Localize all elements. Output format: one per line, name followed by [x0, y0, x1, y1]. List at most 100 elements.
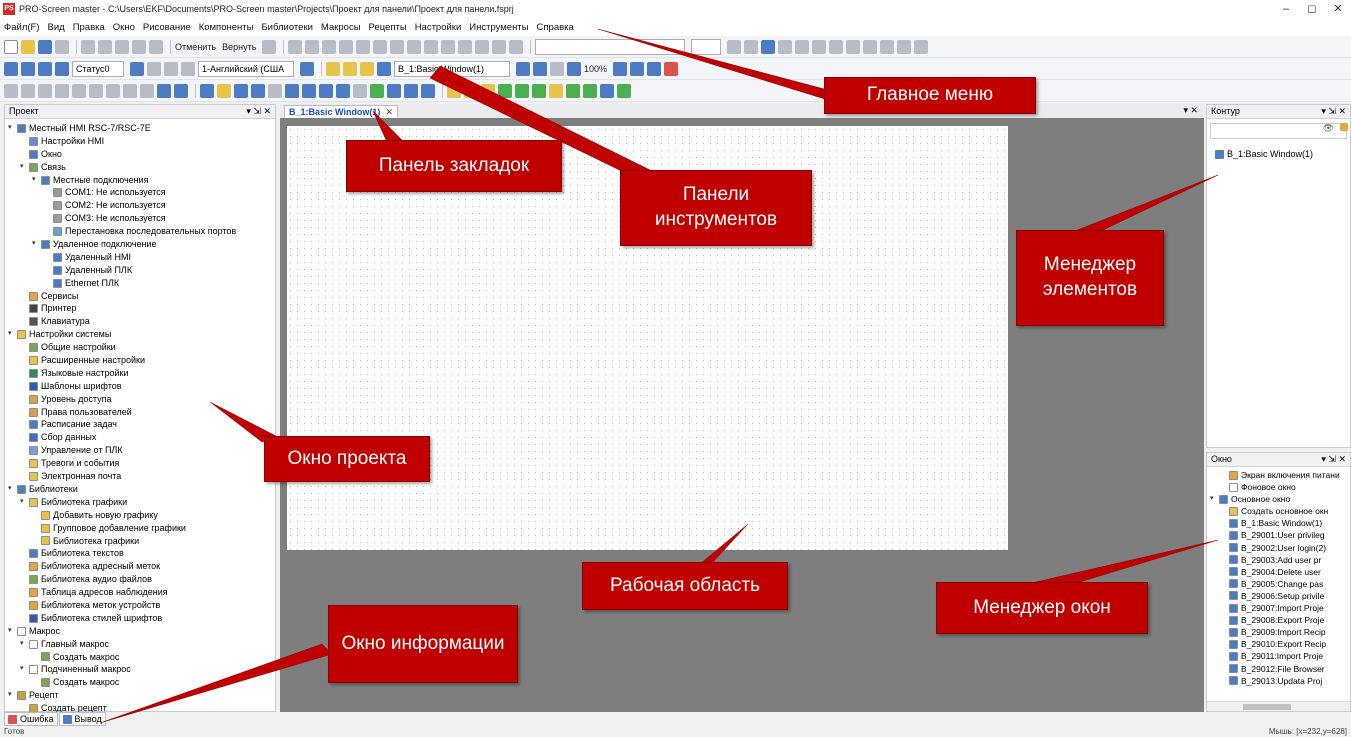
alarm-display-icon[interactable] — [387, 83, 401, 98]
menu-macros[interactable]: Макросы — [321, 22, 361, 33]
event-icon[interactable] — [515, 83, 529, 98]
project-tree-item[interactable]: Уровень доступа — [5, 393, 275, 406]
project-tree-item[interactable]: Создать макрос — [5, 651, 275, 664]
expand-arrow-icon[interactable]: ▾ — [32, 174, 41, 187]
window-properties-icon[interactable] — [360, 61, 374, 76]
window-tree-item[interactable]: B_29013:Updata Proj — [1207, 675, 1350, 687]
expand-arrow-icon[interactable]: ▾ — [20, 663, 29, 676]
project-tree-item[interactable]: Окно — [5, 148, 275, 161]
layer-down-icon[interactable] — [475, 39, 490, 54]
window-tree-item[interactable]: B_29006:Setup privile — [1207, 590, 1350, 602]
line-icon[interactable] — [21, 83, 35, 98]
delete-icon[interactable] — [149, 39, 163, 54]
window-tree-item[interactable]: B_29005:Change pas — [1207, 578, 1350, 590]
bit-button-icon[interactable] — [200, 83, 214, 98]
output-tab[interactable]: Вывод — [58, 712, 106, 726]
clock-icon[interactable] — [268, 83, 282, 98]
menu-components[interactable]: Компоненты — [199, 22, 254, 33]
table-icon[interactable] — [157, 83, 171, 98]
lock-icon[interactable] — [1340, 123, 1348, 131]
ruler-icon[interactable] — [550, 61, 564, 76]
alarm-icon[interactable] — [532, 83, 546, 98]
project-tree-item[interactable]: Добавить новую графику — [5, 509, 275, 522]
window-tree-item[interactable]: Создать основное окн — [1207, 505, 1350, 517]
menu-file[interactable]: Файл(F) — [4, 22, 40, 33]
window-tree-item[interactable]: B_29007:Import Proje — [1207, 602, 1350, 614]
move-icon[interactable] — [370, 83, 384, 98]
window-tree-item[interactable]: Экран включения питани — [1207, 469, 1350, 481]
snap-icon[interactable] — [533, 61, 547, 76]
recipe-icon[interactable] — [447, 83, 461, 98]
project-tree-item[interactable]: ▾ Макрос — [5, 625, 275, 638]
full-screen-icon[interactable] — [647, 61, 662, 76]
project-tree-item[interactable]: Удаленный ПЛК — [5, 264, 275, 277]
project-tree-item[interactable]: Шаблоны шрифтов — [5, 380, 275, 393]
history-icon[interactable] — [498, 83, 512, 98]
status-combo[interactable]: Статус0 — [72, 60, 124, 77]
zoom-level[interactable]: 100% — [584, 64, 607, 74]
bring-front-icon[interactable] — [492, 39, 507, 54]
text-spacing-icon[interactable] — [880, 39, 895, 54]
font-color-icon[interactable] — [761, 39, 776, 54]
rounded-rect-icon[interactable] — [72, 83, 86, 98]
search-icon[interactable] — [262, 39, 277, 54]
text-size-up-icon[interactable] — [897, 39, 912, 54]
panel-controls[interactable]: ▾ ⇲ ✕ — [1321, 105, 1346, 118]
bar-graph-icon[interactable] — [285, 83, 299, 98]
zoom-in-icon[interactable] — [567, 61, 581, 76]
italic-icon[interactable] — [744, 39, 759, 54]
errors-tab[interactable]: Ошибка — [4, 712, 58, 726]
zoom-out-icon[interactable] — [613, 61, 628, 76]
project-tree-item[interactable]: ▾ Местные подключения — [5, 174, 275, 187]
numeric-display-icon[interactable] — [234, 83, 248, 98]
ungroup-icon[interactable] — [441, 39, 456, 54]
project-tree-item[interactable]: Языковые настройки — [5, 367, 275, 380]
window-tree-item[interactable]: B_29008:Export Proje — [1207, 614, 1350, 626]
menu-recipes[interactable]: Рецепты — [369, 22, 407, 33]
expand-arrow-icon[interactable]: ▾ — [8, 122, 17, 135]
recipe-view-icon[interactable] — [481, 83, 495, 98]
save-all-icon[interactable] — [55, 39, 69, 54]
cut-icon[interactable] — [81, 39, 95, 54]
window-tree-item[interactable]: B_29003:Add user pr — [1207, 554, 1350, 566]
trend-icon[interactable] — [302, 83, 316, 98]
sector-icon[interactable] — [140, 83, 154, 98]
tab-bar-controls[interactable]: ▾ ✕ — [1183, 105, 1198, 116]
window-tree-item[interactable]: B_29011:Import Proje — [1207, 650, 1350, 662]
text-wrap-icon[interactable] — [829, 39, 844, 54]
menu-settings[interactable]: Настройки — [415, 22, 462, 33]
window-list-icon[interactable] — [377, 61, 391, 76]
redo-button[interactable]: Вернуть — [222, 42, 256, 52]
expand-arrow-icon[interactable]: ▾ — [8, 483, 17, 496]
open-folder-icon[interactable] — [21, 39, 35, 54]
copy-icon[interactable] — [98, 39, 112, 54]
align-left-icon[interactable] — [288, 39, 303, 54]
project-tree-item[interactable]: Расписание задач — [5, 418, 275, 431]
window-tree-item[interactable]: B_29002:User login(2) — [1207, 542, 1350, 554]
same-width-icon[interactable] — [390, 39, 405, 54]
paste-icon[interactable] — [115, 39, 129, 54]
language-combo[interactable]: 1-Английский (США — [198, 60, 294, 77]
eye-icon[interactable]: 👁 — [1323, 123, 1334, 134]
project-tree-item[interactable]: Клавиатура — [5, 315, 275, 328]
download-icon[interactable] — [600, 83, 614, 98]
ellipse-icon[interactable] — [123, 83, 137, 98]
preview-icon[interactable] — [664, 61, 679, 76]
window-tree-item[interactable]: B_29001:User privileg — [1207, 529, 1350, 541]
project-tree-item[interactable]: Библиотека меток устройств — [5, 599, 275, 612]
project-tree-item[interactable]: ▾ Подчиненный макрос — [5, 663, 275, 676]
polyline-icon[interactable] — [38, 83, 52, 98]
project-tree-item[interactable]: ▾ Библиотеки — [5, 483, 275, 496]
minimize-icon[interactable]: – — [1273, 0, 1299, 18]
upload-icon[interactable] — [617, 83, 631, 98]
meter-icon[interactable] — [336, 83, 350, 98]
pointer-icon[interactable] — [4, 83, 18, 98]
grid-icon[interactable] — [516, 61, 530, 76]
text-direction-icon[interactable] — [863, 39, 878, 54]
project-tree-item[interactable]: Библиотека графики — [5, 535, 275, 548]
menu-draw[interactable]: Рисование — [143, 22, 191, 33]
pipe-icon[interactable] — [353, 83, 367, 98]
arc-icon[interactable] — [106, 83, 120, 98]
rectangle-icon[interactable] — [55, 83, 69, 98]
project-tree-item[interactable]: Библиотека аудио файлов — [5, 573, 275, 586]
